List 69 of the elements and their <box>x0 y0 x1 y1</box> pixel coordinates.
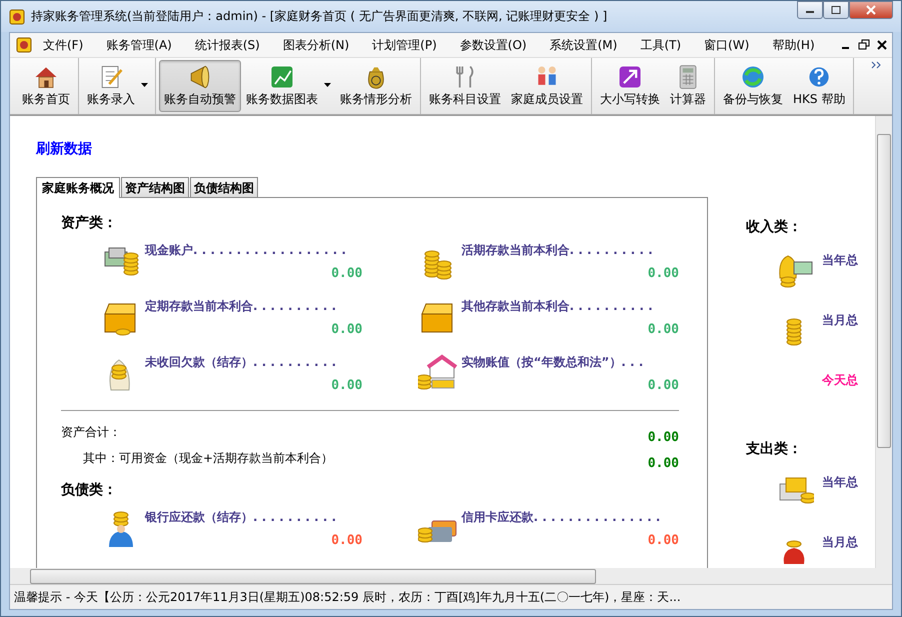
item-label: 信用卡应还款. . . . . . . . . . . . . . . <box>462 509 662 526</box>
vertical-scrollbar[interactable] <box>875 116 892 568</box>
tab[interactable]: 资产结构图 <box>121 177 189 197</box>
amount-value: 0.00 <box>331 266 362 281</box>
menu-item[interactable]: 图表分析(N) <box>272 36 362 54</box>
minimize-button[interactable] <box>797 1 823 19</box>
toolbar-button[interactable]: 计算器 <box>665 60 711 112</box>
menu-item[interactable]: 计划管理(P) <box>361 36 449 54</box>
section-heading: 支出类： <box>746 440 803 458</box>
total-value: 0.00 <box>648 456 679 471</box>
item-label: 现金账户. . . . . . . . . . . . . . . . . . <box>145 242 348 259</box>
item-label: 其他存款当前本利合. . . . . . . . . . <box>462 298 654 315</box>
restore-icon[interactable] <box>858 39 870 51</box>
total-value: 0.00 <box>648 430 679 445</box>
item-label: 未收回欠款（结存）. . . . . . . . . . <box>145 354 338 371</box>
section-heading: 资产类： <box>61 214 118 232</box>
close-icon[interactable] <box>876 39 888 51</box>
toolbar-button[interactable]: 账务自动预警 <box>159 60 241 112</box>
menu-item[interactable]: 窗口(W) <box>693 36 762 54</box>
toolbar-button[interactable]: HKS 帮助 <box>788 60 850 112</box>
close-button[interactable] <box>849 1 893 19</box>
toolbar-button[interactable]: 账务情形分析 <box>335 60 417 112</box>
summary-label: 今天总 <box>822 372 858 389</box>
summary-label: 当月总 <box>822 312 858 329</box>
summary-label: 当年总 <box>822 474 858 491</box>
item-label: 定期存款当前本利合. . . . . . . . . . <box>145 298 338 315</box>
item-label: 活期存款当前本利合. . . . . . . . . . <box>462 242 654 259</box>
menu-item[interactable]: 参数设置(O) <box>448 36 539 54</box>
toolbar-button[interactable]: 账务科目设置 <box>424 60 506 112</box>
toolbar-button[interactable]: 账务录入 <box>82 60 152 112</box>
refresh-link[interactable]: 刷新数据 <box>36 141 92 157</box>
toolbar-button[interactable]: 大小写转换 <box>595 60 665 112</box>
item-label: 银行应还款（结存）. . . . . . . . . . <box>145 509 338 526</box>
tab[interactable]: 家庭账务概况 <box>36 177 120 198</box>
toolbar-button[interactable]: 家庭成员设置 <box>506 60 588 112</box>
toolbar-button[interactable]: 账务首页 <box>17 60 75 112</box>
status-text: 温馨提示 - 今天【公历：公元2017年11月3日(星期五)08:52:59 辰时，农历：丁酉[鸡]年九月十五(二〇一七年)，星座：天... <box>14 588 681 606</box>
menu-item[interactable]: 文件(F) <box>32 36 96 54</box>
total-label: 资产合计： <box>61 424 121 440</box>
maximize-button[interactable] <box>823 1 849 19</box>
amount-value: 0.00 <box>331 533 362 548</box>
window-title: 持家账务管理系统(当前登陆用户：admin) - [家庭财务首页 ( 无广告界面更清爽, 不联网, 记账理财更安全 ) ] <box>31 8 608 25</box>
menu-item[interactable]: 帮助(H) <box>761 36 827 54</box>
section-heading: 收入类： <box>746 218 803 236</box>
summary-label: 当年总 <box>822 252 858 269</box>
menu-item[interactable]: 账务管理(A) <box>95 36 184 54</box>
amount-value: 0.00 <box>648 322 679 337</box>
toolbar-button[interactable]: 备份与恢复 <box>718 60 788 112</box>
amount-value: 0.00 <box>648 378 679 393</box>
amount-value: 0.00 <box>648 266 679 281</box>
app-logo-icon <box>9 8 25 24</box>
menu-item[interactable]: 系统设置(M) <box>538 36 630 54</box>
horizontal-scrollbar[interactable] <box>10 568 892 584</box>
caret-icon <box>324 83 331 87</box>
menu-item[interactable]: 统计报表(S) <box>184 36 272 54</box>
toolbar-button[interactable]: 账务数据图表 <box>241 60 335 112</box>
menu-item[interactable]: 工具(T) <box>629 36 694 54</box>
maximize-icon <box>831 6 841 14</box>
caret-icon <box>141 83 148 87</box>
summary-label: 当月总 <box>822 534 858 551</box>
amount-value: 0.00 <box>331 378 362 393</box>
section-heading: 负债类： <box>61 481 118 499</box>
app-logo-icon <box>16 37 32 53</box>
total-label: 其中：可用资金（现金+活期存款当前本利合） <box>82 450 334 466</box>
item-label: 实物账值（按“年数总和法”）. . . <box>462 354 644 371</box>
amount-value: 0.00 <box>648 533 679 548</box>
tab[interactable]: 负债结构图 <box>190 177 258 197</box>
amount-value: 0.00 <box>331 322 362 337</box>
close-icon <box>866 5 876 15</box>
